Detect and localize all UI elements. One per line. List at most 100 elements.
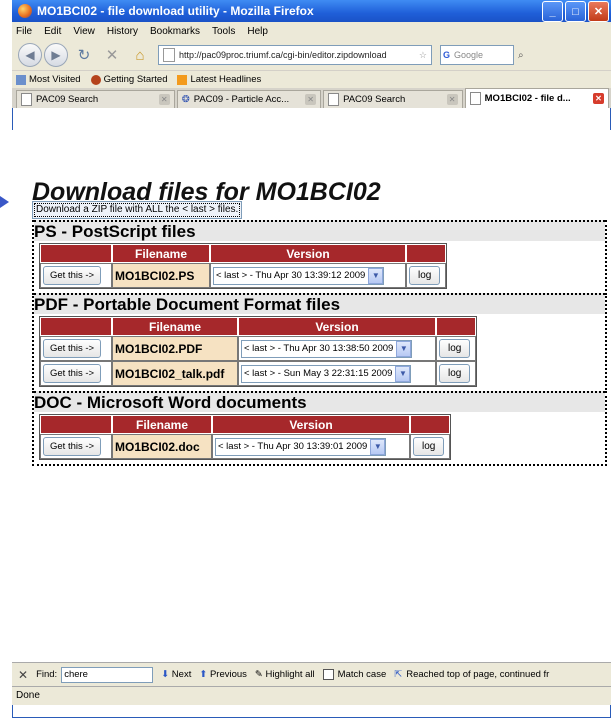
- close-button[interactable]: ✕: [588, 1, 609, 22]
- version-value: < last > - Thu Apr 30 13:38:50 2009: [244, 343, 394, 354]
- tab-pac09-search-2[interactable]: PAC09 Search ✕: [323, 90, 463, 108]
- page-icon: [163, 48, 175, 62]
- page-icon: [21, 93, 32, 106]
- arrow-down-icon: ⬇: [161, 669, 170, 680]
- search-box[interactable]: G Google: [440, 45, 514, 65]
- pac-icon: ❂: [181, 94, 190, 105]
- star-icon[interactable]: ☆: [419, 50, 427, 61]
- tab-label: PAC09 - Particle Acc...: [193, 94, 290, 105]
- bookmark-getting-started[interactable]: Getting Started: [90, 74, 168, 85]
- find-previous-button[interactable]: ⬆ Previous: [199, 669, 247, 680]
- get-this-button[interactable]: Get this ->: [43, 437, 102, 456]
- bookmark-most-visited[interactable]: Most Visited: [16, 74, 81, 85]
- filename-cell: MO1BCI02.PS: [112, 263, 210, 288]
- highlight-all-button[interactable]: ✎ Highlight all: [255, 669, 315, 680]
- header-blank: [406, 244, 446, 263]
- group-pdf: PDF - Portable Document Format files Fil…: [32, 293, 607, 393]
- get-this-button[interactable]: Get this ->: [43, 266, 102, 285]
- version-cell: < last > - Thu Apr 30 13:39:12 2009 ▼: [210, 263, 406, 288]
- bookmark-latest-headlines[interactable]: Latest Headlines: [177, 74, 261, 85]
- header-blank: [436, 317, 476, 336]
- log-button[interactable]: log: [439, 364, 471, 383]
- get-this-button[interactable]: Get this ->: [43, 364, 102, 383]
- get-cell: Get this ->: [40, 434, 112, 459]
- menu-view[interactable]: View: [73, 26, 95, 37]
- header-blank: [40, 244, 112, 263]
- find-close-icon[interactable]: ✕: [18, 668, 28, 682]
- log-cell: log: [436, 336, 476, 361]
- firefox-bookmark-icon: [90, 74, 101, 85]
- find-status-message: Reached top of page, continued fr: [406, 669, 550, 680]
- find-next-button[interactable]: ⬇ Next: [161, 669, 191, 680]
- address-text: http://pac09proc.triumf.ca/cgi-bin/edito…: [179, 50, 387, 60]
- browser-window: MO1BCI02 - file download utility - Mozil…: [12, 0, 611, 718]
- header-blank: [40, 415, 112, 434]
- header-blank: [410, 415, 450, 434]
- tab-close-icon[interactable]: ✕: [592, 93, 604, 104]
- table-row: Get this -> MO1BCI02.PS < last > - Thu A…: [40, 263, 446, 288]
- address-bar[interactable]: http://pac09proc.triumf.ca/cgi-bin/edito…: [158, 45, 432, 65]
- find-wrap-icon: ⇱: [394, 669, 403, 680]
- tab-pac09-particle[interactable]: ❂ PAC09 - Particle Acc... ✕: [176, 90, 322, 108]
- window-title: MO1BCI02 - file download utility - Mozil…: [37, 4, 314, 18]
- page-icon: [328, 93, 340, 106]
- google-icon: G: [443, 50, 451, 60]
- status-bar: Done: [12, 686, 611, 705]
- tab-close-icon[interactable]: ✕: [158, 94, 170, 105]
- firefox-icon: [18, 4, 32, 18]
- menu-edit[interactable]: Edit: [44, 26, 61, 37]
- menu-bar: File Edit View History Bookmarks Tools H…: [12, 22, 611, 40]
- version-select[interactable]: < last > - Thu Apr 30 13:39:12 2009 ▼: [213, 266, 385, 285]
- bookmark-label: Getting Started: [103, 74, 168, 85]
- download-zip-button[interactable]: Download a ZIP file with ALL the < last …: [32, 201, 243, 219]
- tab-close-icon[interactable]: ✕: [446, 94, 458, 105]
- back-button[interactable]: ◀: [18, 43, 42, 67]
- group-title: DOC - Microsoft Word documents: [34, 391, 605, 412]
- log-button[interactable]: log: [409, 266, 441, 285]
- highlighter-icon: ✎: [254, 669, 263, 680]
- search-go-icon[interactable]: ⌕: [518, 50, 524, 61]
- menu-history[interactable]: History: [107, 26, 138, 37]
- find-previous-label: Previous: [209, 669, 247, 680]
- get-cell: Get this ->: [40, 361, 112, 386]
- chevron-down-icon: ▼: [396, 340, 412, 357]
- tab-mo1bci02[interactable]: MO1BCI02 - file d... ✕: [464, 88, 609, 108]
- maximize-button[interactable]: □: [565, 1, 586, 22]
- tab-pac09-search-1[interactable]: PAC09 Search ✕: [16, 90, 175, 108]
- tab-close-icon[interactable]: ✕: [305, 94, 317, 105]
- tab-label: MO1BCI02 - file d...: [484, 93, 571, 104]
- menu-file[interactable]: File: [16, 26, 32, 37]
- menu-help[interactable]: Help: [247, 26, 268, 37]
- get-this-button[interactable]: Get this ->: [43, 339, 102, 358]
- log-button[interactable]: log: [413, 437, 445, 456]
- header-version: Version: [238, 317, 436, 336]
- version-select[interactable]: < last > - Thu Apr 30 13:39:01 2009 ▼: [215, 437, 387, 456]
- version-cell: < last > - Thu Apr 30 13:39:01 2009 ▼: [212, 434, 410, 459]
- forward-button[interactable]: ▶: [44, 43, 68, 67]
- reload-icon[interactable]: ↻: [74, 46, 94, 64]
- filename-cell: MO1BCI02.doc: [112, 434, 212, 459]
- group-title: PDF - Portable Document Format files: [34, 293, 605, 314]
- chevron-down-icon: ▼: [370, 438, 386, 455]
- find-input[interactable]: chere: [61, 666, 154, 683]
- home-icon[interactable]: ⌂: [130, 47, 150, 64]
- group-title: PS - PostScript files: [34, 220, 605, 241]
- mouse-pointer-arrow: [0, 196, 9, 208]
- match-case-checkbox[interactable]: Match case: [322, 668, 386, 680]
- version-select[interactable]: < last > - Thu Apr 30 13:38:50 2009 ▼: [241, 339, 413, 358]
- log-button[interactable]: log: [439, 339, 471, 358]
- log-cell: log: [410, 434, 450, 459]
- menu-bookmarks[interactable]: Bookmarks: [150, 26, 200, 37]
- stop-icon[interactable]: ✕: [102, 46, 122, 64]
- header-filename: Filename: [112, 317, 238, 336]
- title-bar: MO1BCI02 - file download utility - Mozil…: [12, 0, 611, 22]
- header-version: Version: [210, 244, 406, 263]
- highlight-label: Highlight all: [265, 669, 315, 680]
- version-select[interactable]: < last > - Sun May 3 22:31:15 2009 ▼: [241, 364, 412, 383]
- bookmark-label: Latest Headlines: [190, 74, 262, 85]
- tab-bar: PAC09 Search ✕ ❂ PAC09 - Particle Acc... ✕ …: [12, 88, 611, 108]
- version-value: < last > - Thu Apr 30 13:39:12 2009: [216, 270, 366, 281]
- find-next-label: Next: [171, 669, 192, 680]
- menu-tools[interactable]: Tools: [212, 26, 235, 37]
- minimize-button[interactable]: _: [542, 1, 563, 22]
